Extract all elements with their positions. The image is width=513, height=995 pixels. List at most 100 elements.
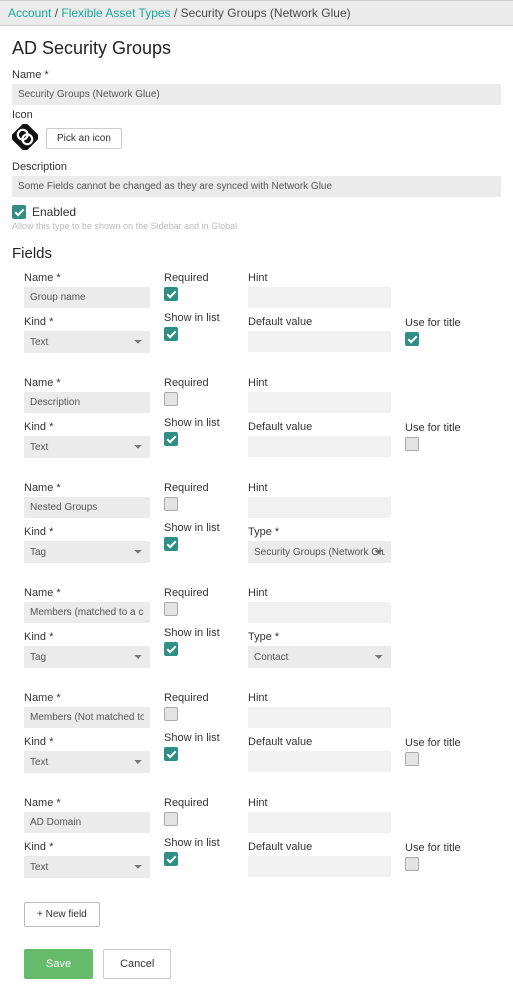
- field-show-checkbox[interactable]: [164, 537, 178, 551]
- breadcrumb-account[interactable]: Account: [8, 6, 51, 20]
- field-title-checkbox[interactable]: [405, 857, 419, 871]
- field-type-select[interactable]: Security Groups (Network Glue): [248, 541, 391, 563]
- field-required-checkbox[interactable]: [164, 497, 178, 511]
- breadcrumb-sep: /: [51, 6, 61, 20]
- description-input[interactable]: [12, 176, 501, 197]
- field-show-label: Show in list: [164, 417, 234, 429]
- field-required-checkbox[interactable]: [164, 812, 178, 826]
- fields-heading: Fields: [12, 245, 501, 262]
- field-hint-input[interactable]: [248, 392, 391, 413]
- field-hint-label: Hint: [248, 587, 391, 599]
- field-kind-select[interactable]: Text: [24, 751, 150, 773]
- field-kind-select[interactable]: Tag: [24, 541, 150, 563]
- field-required-checkbox[interactable]: [164, 392, 178, 406]
- field-row: Name *Kind *TagRequiredShow in listHintT…: [24, 476, 501, 581]
- enabled-checkbox[interactable]: [12, 205, 26, 219]
- field-hint-label: Hint: [248, 482, 391, 494]
- field-title-spacer: [405, 377, 490, 389]
- field-required-checkbox[interactable]: [164, 707, 178, 721]
- field-name-input[interactable]: [24, 602, 150, 623]
- field-row: Name *Kind *TextRequiredShow in listHint…: [24, 791, 501, 896]
- field-kind-select[interactable]: Text: [24, 331, 150, 353]
- field-row: Name *Kind *TextRequiredShow in listHint…: [24, 686, 501, 791]
- field-default-input[interactable]: [248, 856, 391, 877]
- icon-label: Icon: [12, 109, 501, 121]
- field-required-label: Required: [164, 272, 234, 284]
- field-kind-select[interactable]: Tag: [24, 646, 150, 668]
- field-kind-label: Kind *: [24, 526, 150, 538]
- field-name-input[interactable]: [24, 707, 150, 728]
- cancel-button[interactable]: Cancel: [103, 949, 171, 979]
- pick-icon-button[interactable]: Pick an icon: [46, 128, 122, 149]
- save-button[interactable]: Save: [24, 949, 93, 979]
- enabled-help: Allow this type to be shown on the Sideb…: [12, 221, 501, 231]
- field-hint-label: Hint: [248, 692, 391, 704]
- field-name-input[interactable]: [24, 812, 150, 833]
- field-title-spacer: [405, 272, 490, 284]
- field-hint-label: Hint: [248, 272, 391, 284]
- field-name-input[interactable]: [24, 287, 150, 308]
- field-required-checkbox[interactable]: [164, 602, 178, 616]
- field-title-spacer: [405, 692, 490, 704]
- field-hint-input[interactable]: [248, 602, 391, 623]
- field-default-label: Default value: [248, 736, 391, 748]
- field-default-input[interactable]: [248, 331, 391, 352]
- field-show-checkbox[interactable]: [164, 327, 178, 341]
- field-kind-label: Kind *: [24, 421, 150, 433]
- field-show-label: Show in list: [164, 732, 234, 744]
- field-row: Name *Kind *TagRequiredShow in listHintT…: [24, 581, 501, 686]
- field-type-label: Type *: [248, 631, 391, 643]
- field-show-checkbox[interactable]: [164, 852, 178, 866]
- field-title-checkbox[interactable]: [405, 332, 419, 346]
- name-input[interactable]: [12, 84, 501, 105]
- field-title-label: Use for title: [405, 842, 490, 854]
- breadcrumb-current: Security Groups (Network Glue): [181, 6, 351, 20]
- field-name-input[interactable]: [24, 392, 150, 413]
- field-show-checkbox[interactable]: [164, 642, 178, 656]
- field-name-label: Name *: [24, 797, 150, 809]
- field-hint-input[interactable]: [248, 497, 391, 518]
- field-show-label: Show in list: [164, 627, 234, 639]
- field-required-label: Required: [164, 377, 234, 389]
- field-title-label: Use for title: [405, 422, 490, 434]
- field-name-label: Name *: [24, 692, 150, 704]
- breadcrumb: Account / Flexible Asset Types / Securit…: [0, 0, 513, 26]
- field-default-input[interactable]: [248, 436, 391, 457]
- enabled-label: Enabled: [32, 205, 76, 219]
- field-show-label: Show in list: [164, 312, 234, 324]
- field-kind-select[interactable]: Text: [24, 856, 150, 878]
- field-name-label: Name *: [24, 272, 150, 284]
- field-required-label: Required: [164, 797, 234, 809]
- field-default-input[interactable]: [248, 751, 391, 772]
- field-required-checkbox[interactable]: [164, 287, 178, 301]
- field-name-label: Name *: [24, 377, 150, 389]
- field-required-label: Required: [164, 482, 234, 494]
- asset-type-icon: [12, 124, 38, 153]
- field-title-spacer: [405, 797, 490, 809]
- field-show-checkbox[interactable]: [164, 432, 178, 446]
- description-label: Description: [12, 161, 501, 173]
- field-required-label: Required: [164, 587, 234, 599]
- field-kind-label: Kind *: [24, 736, 150, 748]
- field-row: Name *Kind *TextRequiredShow in listHint…: [24, 371, 501, 476]
- field-hint-input[interactable]: [248, 812, 391, 833]
- field-show-checkbox[interactable]: [164, 747, 178, 761]
- breadcrumb-types[interactable]: Flexible Asset Types: [61, 6, 170, 20]
- field-show-label: Show in list: [164, 522, 234, 534]
- field-kind-label: Kind *: [24, 841, 150, 853]
- field-title-label: Use for title: [405, 317, 490, 329]
- field-name-label: Name *: [24, 482, 150, 494]
- field-kind-select[interactable]: Text: [24, 436, 150, 458]
- new-field-button[interactable]: + New field: [24, 902, 100, 927]
- field-title-checkbox[interactable]: [405, 437, 419, 451]
- field-type-select[interactable]: Contact: [248, 646, 391, 668]
- field-hint-input[interactable]: [248, 707, 391, 728]
- field-kind-label: Kind *: [24, 316, 150, 328]
- field-hint-label: Hint: [248, 797, 391, 809]
- field-default-label: Default value: [248, 841, 391, 853]
- field-name-label: Name *: [24, 587, 150, 599]
- field-title-checkbox[interactable]: [405, 752, 419, 766]
- field-name-input[interactable]: [24, 497, 150, 518]
- field-hint-input[interactable]: [248, 287, 391, 308]
- breadcrumb-sep: /: [171, 6, 181, 20]
